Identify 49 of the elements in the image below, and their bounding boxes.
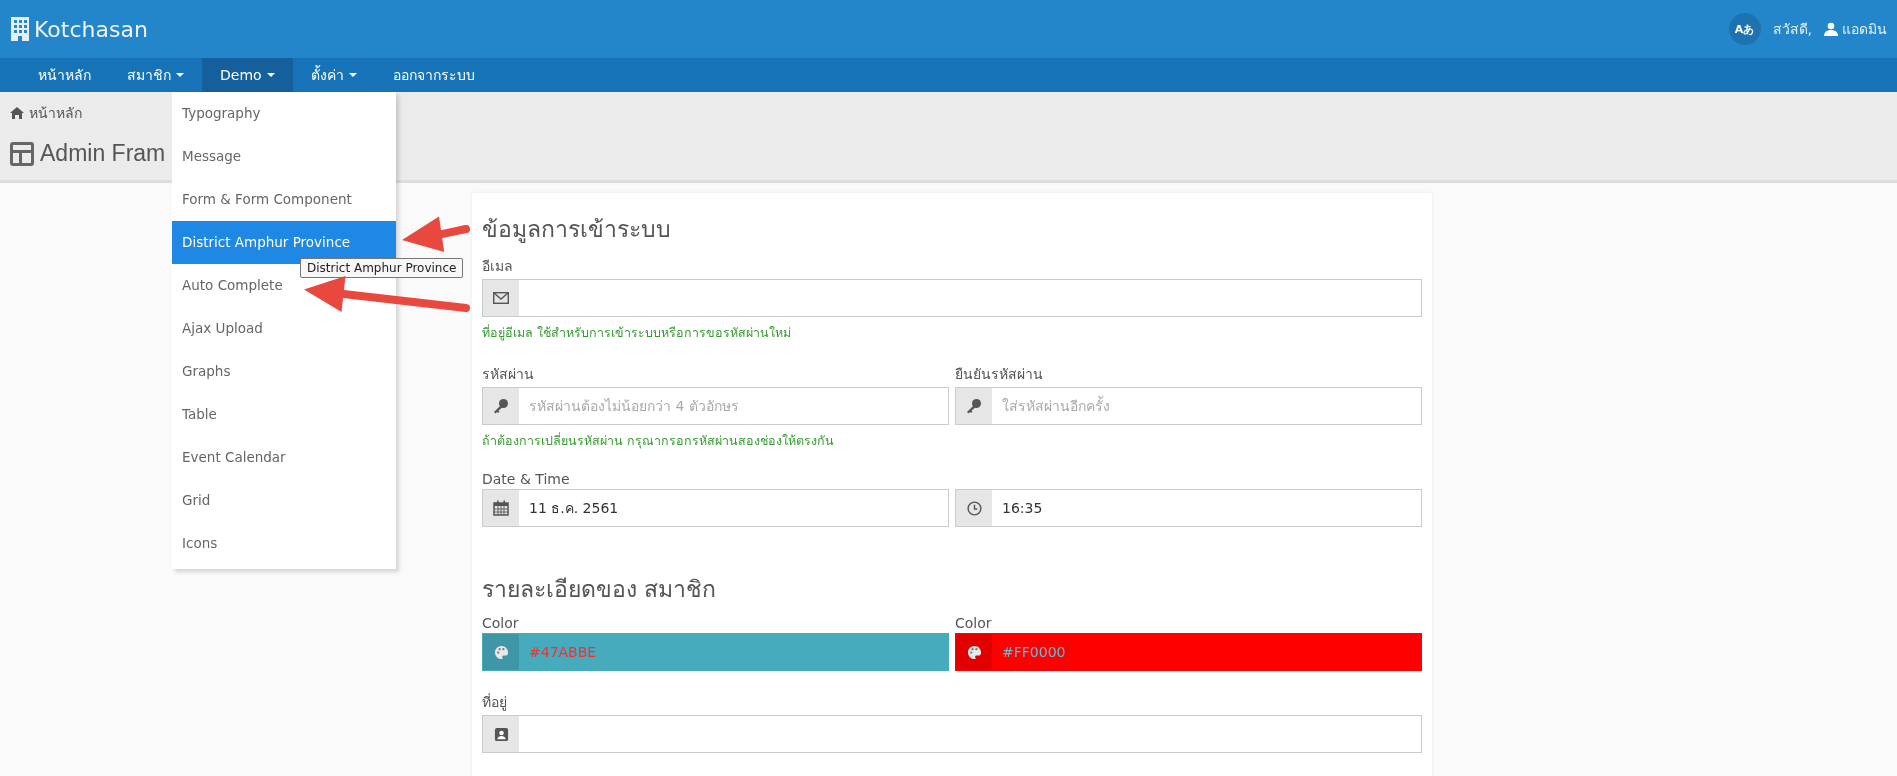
field-label: Color <box>482 615 520 631</box>
field-label: Date & Time <box>482 471 571 487</box>
input-field[interactable]: 11 ธ.ค. 2561 <box>482 489 949 527</box>
key-icon <box>966 398 982 414</box>
menu-item[interactable]: Graphs <box>172 350 396 393</box>
menu-item[interactable]: Form & Form Component <box>172 178 396 221</box>
field-hint: ถ้าต้องการเปลี่ยนรหัสผ่าน กรุณากรอกรหัสผ่านสองช่องให้ตรงกัน <box>482 431 835 451</box>
home-icon <box>10 107 24 119</box>
contact-card-icon <box>493 726 509 742</box>
field-label: Color <box>955 615 993 631</box>
greeting-text: สวัสดี, <box>1772 20 1812 39</box>
field-hint: ที่อยู่อีเมล ใช้สำหรับการเข้าระบบหรือการขอรหัสผ่านใหม่ <box>482 323 792 343</box>
nav-item[interactable]: Demo <box>202 58 293 92</box>
field-label: อีเมล <box>482 257 514 276</box>
section-title: รายละเอียดของ สมาชิก <box>482 575 718 604</box>
menu-item[interactable]: Message <box>172 135 396 178</box>
building-icon <box>10 16 30 42</box>
menu-item[interactable]: Table <box>172 393 396 436</box>
nav-item[interactable]: ออกจากระบบ <box>374 58 493 92</box>
menu-item[interactable]: Ajax Upload <box>172 307 396 350</box>
field-label: ยืนยันรหัสผ่าน <box>955 365 1044 384</box>
layout-icon <box>10 141 34 166</box>
key-icon <box>493 398 509 414</box>
menu-item[interactable]: Grid <box>172 479 396 522</box>
brand-logo[interactable]: Kotchasan <box>10 16 148 42</box>
input-field[interactable]: 16:35 <box>955 489 1422 527</box>
nav-item[interactable]: ตั้งค่า <box>292 58 375 92</box>
field-label: รหัสผ่าน <box>482 365 535 384</box>
nav-item[interactable]: สมาชิก <box>109 58 202 92</box>
tooltip: District Amphur Province <box>300 258 464 278</box>
calendar-icon <box>493 500 509 516</box>
palette-icon <box>493 644 509 660</box>
language-button[interactable]: Aあ <box>1728 13 1761 45</box>
user-icon <box>1824 22 1838 36</box>
clock-icon <box>966 500 982 516</box>
input-field[interactable] <box>482 715 1422 753</box>
input-field[interactable] <box>482 279 1422 317</box>
palette-icon <box>966 644 982 660</box>
menu-item[interactable]: Event Calendar <box>172 436 396 479</box>
menu-item[interactable]: Typography <box>172 92 396 135</box>
annotation-arrow <box>402 216 470 252</box>
menu-item[interactable]: Icons <box>172 522 396 565</box>
field-label: ที่อยู่ <box>482 692 508 713</box>
page-title: Admin Fram <box>40 140 166 167</box>
user-menu[interactable]: แอดมิน <box>1824 18 1887 40</box>
breadcrumb-link[interactable]: หน้าหลัก <box>10 92 82 124</box>
envelope-icon <box>493 292 509 304</box>
nav-item[interactable]: หน้าหลัก <box>20 58 109 92</box>
section-title: ข้อมูลการเข้าระบบ <box>482 215 672 245</box>
